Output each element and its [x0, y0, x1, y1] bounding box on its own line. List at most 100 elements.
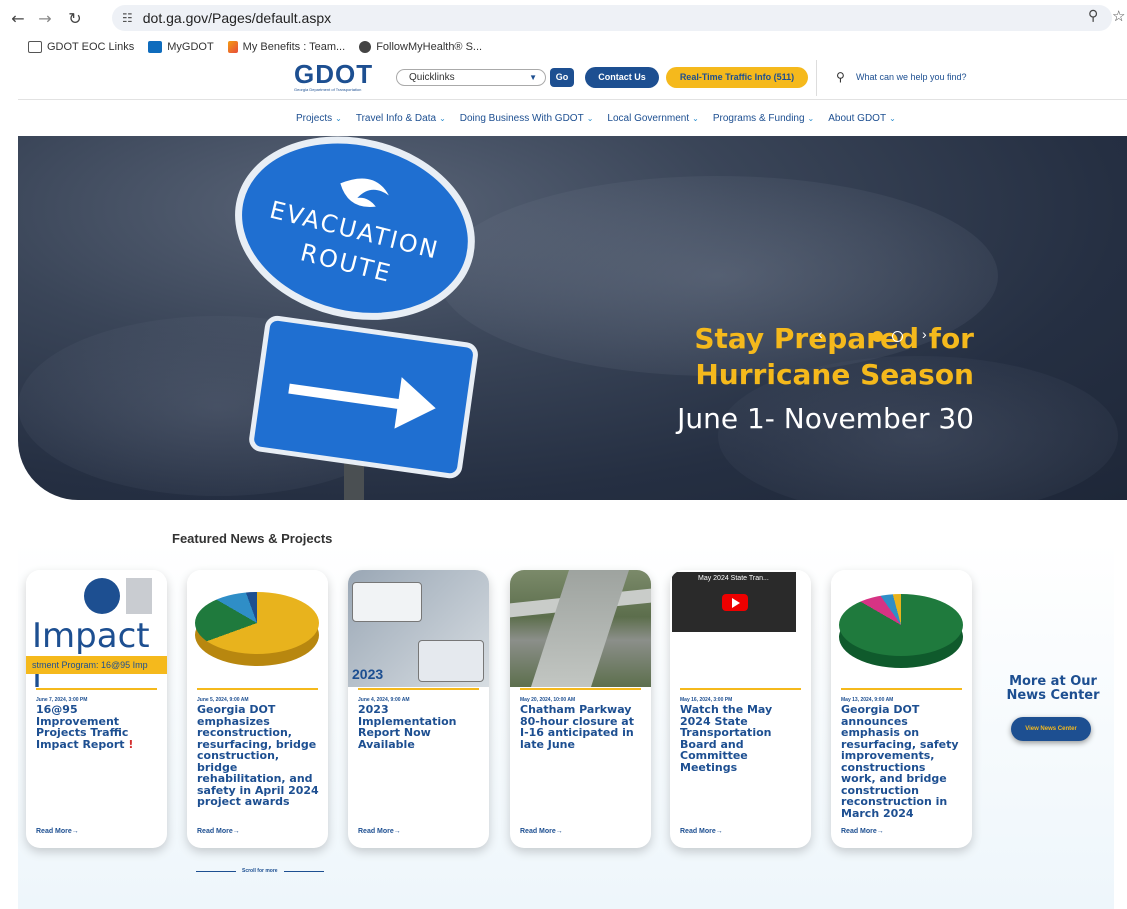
news-card[interactable]: May 20, 2024, 10:00 AM Chatham Parkway 8… [510, 570, 651, 848]
card-rule [358, 688, 479, 690]
pie-chart-graphic [195, 592, 319, 654]
bookmark-benefits[interactable]: My Benefits : Team... [227, 41, 346, 53]
hero-banner[interactable]: EVACUATION ROUTE Stay Prepared for Hurri… [18, 136, 1127, 500]
gdot-logo[interactable]: GDOT Georgia Department of Transportatio… [294, 59, 374, 92]
forward-icon[interactable]: → [32, 5, 58, 31]
bookmark-label: FollowMyHealth® S... [376, 41, 483, 53]
chevron-down-icon: ⌄ [439, 113, 446, 123]
quicklinks-label: Quicklinks [409, 72, 455, 83]
card-rule [841, 688, 962, 690]
read-more-link[interactable]: Read More→ [520, 828, 563, 835]
read-more-link[interactable]: Read More→ [841, 828, 884, 835]
news-card[interactable]: June 5, 2024, 9:00 AM Georgia DOT emphas… [187, 570, 328, 848]
bus-photo [352, 582, 422, 622]
more-news-heading: More at Our News Center [1006, 674, 1100, 703]
card-title[interactable]: Georgia DOT announces emphasis on resurf… [841, 704, 963, 819]
bus-photo [418, 640, 484, 682]
reload-icon[interactable]: ↻ [62, 5, 88, 31]
section-title: Featured News & Projects [172, 531, 333, 546]
nav-local-government[interactable]: Local Government ⌄ [607, 113, 698, 124]
thumb-text: Impact I [32, 616, 150, 687]
card-rule [520, 688, 641, 690]
highway-photo [530, 570, 630, 687]
site-settings-icon[interactable]: ☷ [122, 11, 133, 25]
bookmark-gdot-eoc[interactable]: GDOT EOC Links [28, 41, 134, 53]
nav-travel-info[interactable]: Travel Info & Data ⌄ [356, 113, 446, 124]
view-news-center-button[interactable]: View News Center [1011, 717, 1091, 741]
go-button[interactable]: Go [550, 68, 574, 87]
divider [816, 60, 817, 96]
card-rule [36, 688, 157, 690]
card-thumbnail [187, 570, 328, 687]
compass-logo [84, 578, 120, 614]
logo-text: GDOT [294, 59, 374, 89]
back-icon[interactable]: ← [5, 5, 31, 31]
quicklinks-select[interactable]: Quicklinks ▼ [396, 69, 546, 86]
video-thumbnail[interactable]: May 2024 State Tran... [672, 572, 796, 632]
bookmark-mygdot[interactable]: MyGDOT [148, 41, 214, 53]
news-card[interactable]: 2023 June 4, 2024, 9:00 AM 2023 Implemen… [348, 570, 489, 848]
read-more-link[interactable]: Read More→ [680, 828, 723, 835]
bookmark-label: My Benefits : Team... [242, 41, 346, 53]
address-bar[interactable]: ☷ dot.ga.gov/Pages/default.aspx [112, 5, 1112, 31]
card-title[interactable]: Georgia DOT emphasizes reconstruction, r… [197, 704, 319, 808]
carousel-next-icon[interactable]: › [922, 326, 927, 342]
card-rule [197, 688, 318, 690]
chevron-down-icon: ⌄ [889, 113, 896, 123]
contact-us-button[interactable]: Contact Us [585, 67, 659, 88]
news-card[interactable]: May 2024 State Tran... May 16, 2024, 3:0… [670, 570, 811, 848]
health-icon [359, 41, 372, 53]
nav-about-gdot[interactable]: About GDOT ⌄ [828, 113, 896, 124]
search-input[interactable]: What can we help you find? [856, 72, 967, 82]
browser-toolbar: ← → ↻ ☷ dot.ga.gov/Pages/default.aspx ⚲ … [0, 0, 1127, 36]
chevron-down-icon: ⌄ [692, 113, 699, 123]
card-title[interactable]: Chatham Parkway 80-hour closure at I-16 … [520, 704, 642, 750]
news-card[interactable]: May 13, 2024, 9:00 AM Georgia DOT announ… [831, 570, 972, 848]
card-title[interactable]: Watch the May 2024 State Transportation … [680, 704, 802, 773]
bookmarks-bar: GDOT EOC Links MyGDOT My Benefits : Team… [0, 36, 1127, 58]
nav-projects[interactable]: Projects ⌄ [296, 113, 342, 124]
scroll-right-arrow-icon[interactable] [283, 870, 324, 872]
traffic-info-button[interactable]: Real-Time Traffic Info (511) [666, 67, 808, 88]
hero-title: Stay Prepared for Hurricane Season [694, 322, 974, 391]
chevron-down-icon: ⌄ [335, 113, 342, 123]
site-header: GDOT Georgia Department of Transportatio… [18, 58, 1127, 100]
carousel-dot-active[interactable] [872, 331, 883, 342]
search-icon[interactable]: ⚲ [836, 70, 845, 84]
evacuation-route-sign: EVACUATION ROUTE [235, 136, 478, 500]
nav-doing-business[interactable]: Doing Business With GDOT ⌄ [460, 113, 594, 124]
bookmark-label: MyGDOT [167, 41, 214, 53]
carousel-dot[interactable] [892, 331, 903, 342]
zoom-icon[interactable]: ⚲ [1088, 8, 1098, 24]
scroll-hint-label: Scroll for more [242, 868, 278, 874]
read-more-link[interactable]: Read More→ [197, 828, 240, 835]
card-title[interactable]: 16@95 Improvement Projects Traffic Impac… [36, 704, 158, 750]
alert-icon: ! [128, 737, 134, 751]
folder-icon [28, 41, 42, 53]
logo-partial [126, 578, 152, 614]
benefits-icon [227, 41, 238, 53]
url-text: dot.ga.gov/Pages/default.aspx [142, 10, 332, 26]
card-title[interactable]: 2023 Implementation Report Now Available [358, 704, 480, 750]
report-cover-text: 2023 [352, 666, 384, 682]
thumb-band: stment Program: 16@95 Imp [26, 656, 167, 674]
nav-programs-funding[interactable]: Programs & Funding ⌄ [713, 113, 814, 124]
card-rule [680, 688, 801, 690]
card-thumbnail: May 2024 State Tran... [670, 570, 811, 687]
bookmark-star-icon[interactable]: ☆ [1112, 7, 1125, 25]
bookmark-followmyhealth[interactable]: FollowMyHealth® S... [359, 41, 482, 53]
play-icon[interactable] [722, 594, 748, 611]
read-more-link[interactable]: Read More→ [358, 828, 401, 835]
card-thumbnail: Impact I stment Program: 16@95 Imp [26, 570, 167, 687]
main-nav: Projects ⌄ Travel Info & Data ⌄ Doing Busi… [18, 100, 1127, 136]
video-title: May 2024 State Tran... [698, 575, 769, 582]
carousel-prev-icon[interactable]: ‹ [818, 326, 823, 342]
news-card[interactable]: Impact I stment Program: 16@95 Imp June … [26, 570, 167, 848]
read-more-link[interactable]: Read More→ [36, 828, 79, 835]
scroll-left-arrow-icon[interactable] [196, 870, 236, 872]
card-thumbnail: 2023 [348, 570, 489, 687]
chevron-down-icon: ⌄ [807, 113, 815, 123]
bookmark-label: GDOT EOC Links [47, 41, 135, 53]
pie-chart-graphic [839, 594, 963, 656]
hero-dates: June 1- November 30 [677, 402, 974, 435]
